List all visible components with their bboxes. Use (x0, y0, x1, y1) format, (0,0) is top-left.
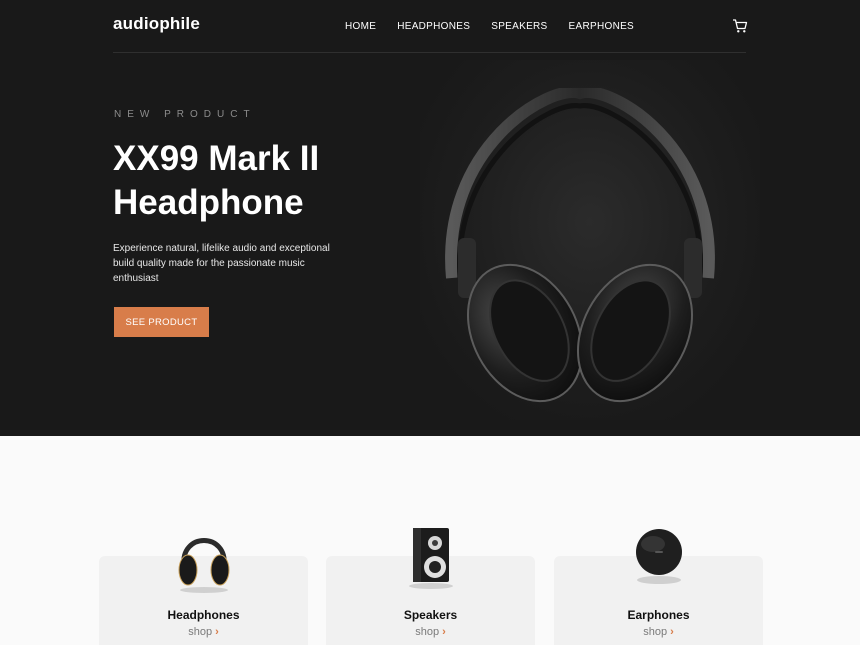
hero-headphones-image (445, 88, 715, 403)
top-navigation: audiophile HOME HEADPHONES SPEAKERS EARP… (113, 0, 748, 53)
shop-label: shop (643, 626, 668, 638)
nav-link-speakers[interactable]: SPEAKERS (491, 21, 547, 32)
category-name: Speakers (403, 608, 458, 622)
category-shop-link[interactable]: shop › (326, 626, 535, 638)
category-card-speakers[interactable]: Speakers shop › (326, 528, 535, 645)
nav-link-earphones[interactable]: EARPHONES (569, 21, 635, 32)
hero-description: Experience natural, lifelike audio and e… (113, 243, 330, 284)
category-shop-link[interactable]: shop › (99, 626, 308, 638)
category-name: Headphones (167, 608, 240, 622)
hero-section: audiophile HOME HEADPHONES SPEAKERS EARP… (0, 0, 860, 436)
chevron-right-icon: › (215, 626, 219, 638)
category-shop-link[interactable]: shop › (554, 626, 763, 638)
chevron-right-icon: › (442, 626, 446, 638)
chevron-right-icon: › (670, 626, 674, 638)
hero-eyebrow: NEW PRODUCT (114, 109, 256, 120)
nav-link-headphones[interactable]: HEADPHONES (397, 21, 470, 32)
shop-label: shop (188, 626, 213, 638)
hero-title-line-1: XX99 Mark II (113, 139, 320, 178)
category-name: Earphones (627, 608, 690, 622)
cart-icon[interactable] (732, 18, 748, 34)
hero-title-line-2: Headphone (113, 183, 304, 222)
nav-links: HOME HEADPHONES SPEAKERS EARPHONES (345, 21, 634, 32)
category-card-earphones[interactable]: Earphones shop › (554, 529, 763, 645)
brand-logo[interactable]: audiophile (113, 14, 200, 34)
nav-link-home[interactable]: HOME (345, 21, 376, 32)
earphones-icon (635, 529, 682, 584)
see-product-button[interactable]: SEE PRODUCT (114, 307, 209, 337)
shop-label: shop (415, 626, 440, 638)
headphones-icon (178, 538, 229, 593)
category-card-headphones[interactable]: Headphones shop › (99, 538, 308, 645)
speaker-icon (408, 528, 453, 589)
hero-title: XX99 Mark II Headphone (113, 137, 413, 225)
